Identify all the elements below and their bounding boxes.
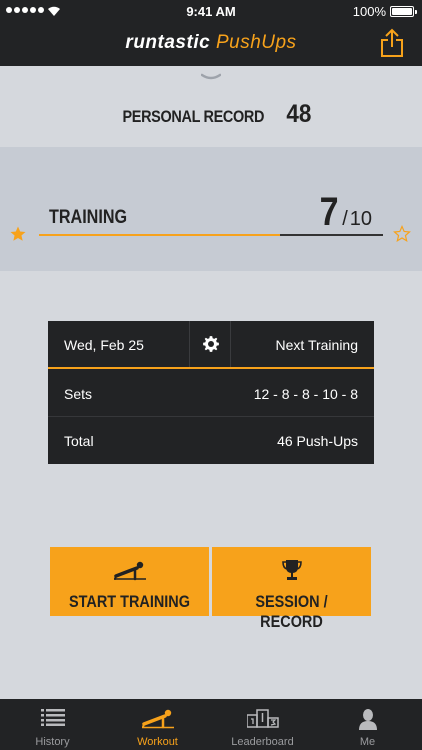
- training-current: 7: [319, 190, 339, 234]
- tab-workout-label: Workout: [137, 736, 178, 748]
- training-progress-fill: [39, 234, 280, 236]
- pull-handle-icon[interactable]: [201, 73, 221, 81]
- sets-value: 12 - 8 - 8 - 10 - 8: [253, 386, 358, 402]
- sets-label: Sets: [64, 386, 93, 402]
- podium-icon: [246, 709, 279, 728]
- total-row: Total 46 Push-Ups: [48, 417, 374, 464]
- list-icon: [40, 709, 65, 726]
- tab-me-label: Me: [359, 736, 376, 748]
- tab-history[interactable]: History: [0, 699, 105, 750]
- tab-workout[interactable]: Workout: [105, 699, 210, 750]
- settings-button[interactable]: [189, 321, 231, 367]
- pushup-icon: [113, 561, 146, 581]
- tab-me[interactable]: Me: [315, 699, 420, 750]
- logo-brand: runtastic: [125, 32, 211, 53]
- sets-row: Sets 12 - 8 - 8 - 10 - 8: [48, 370, 374, 417]
- start-training-label: START TRAINING: [69, 592, 190, 611]
- logo-product: PushUps: [215, 32, 297, 53]
- card-header-row: Wed, Feb 25 Next Training: [48, 321, 374, 369]
- tab-bar: History Workout Leaderboard Me: [0, 699, 422, 750]
- training-label: TRAINING: [49, 207, 128, 228]
- training-date: Wed, Feb 25: [64, 337, 144, 353]
- start-training-button[interactable]: START TRAINING: [50, 547, 209, 616]
- total-value: 46 Push-Ups: [277, 433, 358, 449]
- training-separator: /: [342, 208, 348, 230]
- personal-record-label: PERSONAL RECORD: [122, 107, 264, 126]
- training-progress-bar: [39, 234, 383, 236]
- session-record-button[interactable]: SESSION / RECORD: [212, 547, 371, 631]
- personal-record-value: 48: [285, 100, 312, 128]
- battery-percent: 100%: [352, 4, 386, 19]
- session-record-label: SESSION / RECORD: [255, 592, 328, 631]
- app-logo: runtastic PushUps: [0, 32, 422, 54]
- next-training-link[interactable]: Next Training: [276, 337, 358, 353]
- battery-icon: [390, 6, 417, 17]
- person-icon: [358, 709, 377, 730]
- training-total: 10: [349, 208, 372, 230]
- tab-history-label: History: [35, 736, 70, 748]
- personal-record: PERSONAL RECORD 48: [0, 100, 422, 129]
- training-count: 7/10: [318, 190, 372, 235]
- tab-leaderboard-label: Leaderboard: [231, 736, 294, 748]
- top-bar: 9:41 AM 100% runtastic PushUps: [0, 0, 422, 66]
- total-label: Total: [64, 433, 94, 449]
- share-icon[interactable]: [380, 28, 404, 58]
- star-outline-icon: [393, 225, 411, 242]
- training-info-card: Wed, Feb 25 Next Training Sets 12 - 8 - …: [48, 321, 374, 464]
- status-bar: 9:41 AM 100%: [0, 0, 422, 22]
- star-filled-icon: [10, 226, 26, 241]
- gear-icon: [203, 336, 219, 352]
- pushup-icon: [141, 709, 174, 729]
- trophy-icon: [281, 560, 302, 580]
- tab-leaderboard[interactable]: Leaderboard: [210, 699, 315, 750]
